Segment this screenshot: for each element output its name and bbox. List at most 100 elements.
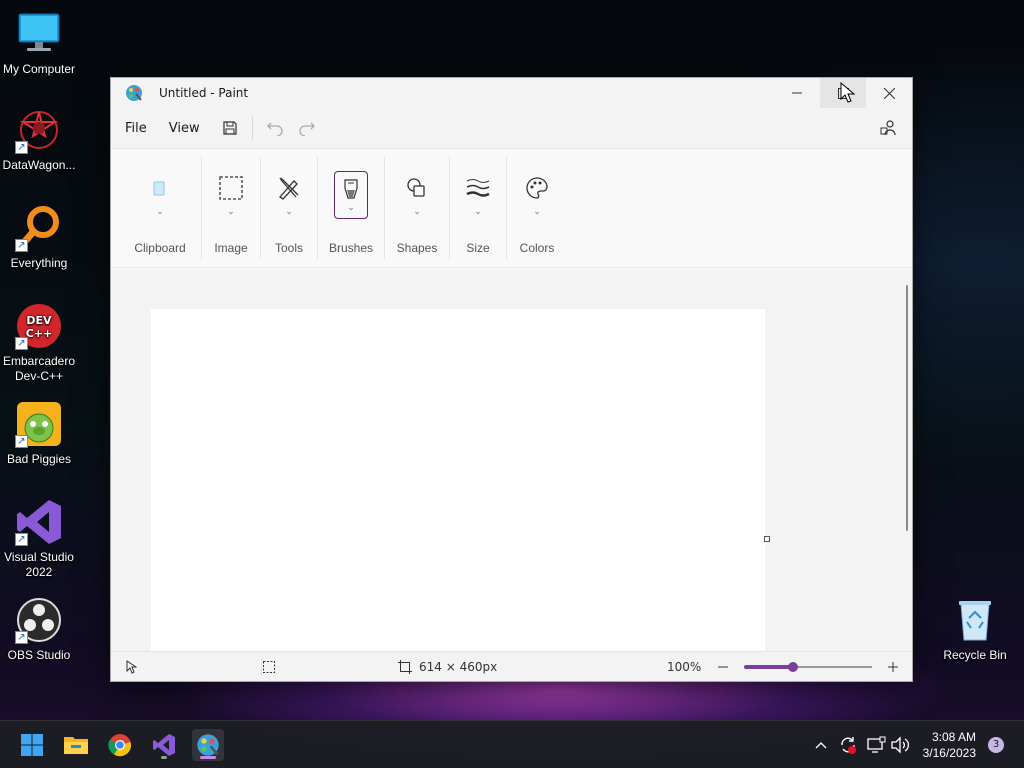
vertical-scrollbar[interactable] bbox=[906, 285, 908, 531]
clipboard-icon bbox=[143, 171, 177, 205]
ribbon-group-shapes[interactable]: ⌄ Shapes bbox=[385, 149, 449, 267]
zoom-level[interactable]: 100% bbox=[667, 652, 701, 682]
desktop-icon-visual-studio[interactable]: ↗ Visual Studio 2022 bbox=[0, 498, 78, 580]
close-button[interactable] bbox=[866, 78, 912, 108]
undo-icon bbox=[266, 122, 283, 136]
desktop-icon-my-computer[interactable]: My Computer bbox=[0, 10, 78, 77]
visual-studio-icon bbox=[153, 734, 175, 756]
tray-sync-icon[interactable] bbox=[838, 721, 858, 768]
ribbon-group-label: Clipboard bbox=[134, 241, 186, 255]
desktop-icon-recycle-bin[interactable]: Recycle Bin bbox=[936, 596, 1014, 663]
obs-icon: ↗ bbox=[15, 596, 63, 644]
ribbon-group-image[interactable]: ⌄ Image bbox=[202, 149, 260, 267]
recycle-bin-icon bbox=[951, 596, 999, 644]
canvas-resize-handle[interactable] bbox=[764, 536, 770, 542]
menu-view[interactable]: View bbox=[161, 115, 208, 142]
desktop-icon-obs[interactable]: ↗ OBS Studio bbox=[0, 596, 78, 663]
title-bar[interactable]: Untitled - Paint bbox=[111, 78, 912, 108]
start-icon bbox=[21, 734, 43, 756]
size-icon bbox=[461, 171, 495, 205]
ribbon-group-size[interactable]: ⌄ Size bbox=[450, 149, 506, 267]
taskbar-clock[interactable]: 3:08 AM 3/16/2023 bbox=[923, 729, 976, 761]
desktop-icon-devcpp[interactable]: DEV C++ ↗ Embarcadero Dev-C++ bbox=[0, 302, 78, 384]
desktop-icon-label: Embarcadero Dev-C++ bbox=[2, 354, 76, 383]
save-button[interactable] bbox=[214, 113, 246, 143]
zoom-slider-thumb[interactable] bbox=[787, 662, 798, 672]
shortcut-arrow-icon: ↗ bbox=[15, 239, 28, 252]
start-button[interactable] bbox=[16, 729, 48, 761]
desktop-icon-bad-piggies[interactable]: ↗ Bad Piggies bbox=[0, 400, 78, 467]
taskbar-visual-studio[interactable] bbox=[148, 729, 180, 761]
desktop-icon-label: DataWagon... bbox=[2, 158, 76, 172]
plus-icon bbox=[888, 662, 898, 672]
drawing-canvas[interactable] bbox=[151, 309, 765, 651]
account-icon bbox=[880, 120, 896, 136]
selection-size-icon bbox=[262, 652, 276, 682]
taskbar-file-explorer[interactable] bbox=[60, 729, 92, 761]
running-indicator bbox=[161, 756, 167, 759]
chevron-down-icon: ⌄ bbox=[227, 207, 235, 217]
desktop-icon-everything[interactable]: ↗ Everything bbox=[0, 204, 78, 271]
desktop-icon-label: My Computer bbox=[2, 62, 76, 76]
file-explorer-icon bbox=[64, 737, 88, 754]
ribbon-group-colors[interactable]: ⌄ Colors bbox=[507, 149, 567, 267]
sync-icon bbox=[841, 737, 856, 754]
clock-date: 3/16/2023 bbox=[922, 746, 976, 760]
shortcut-arrow-icon: ↗ bbox=[15, 435, 28, 448]
network-icon bbox=[867, 736, 886, 753]
bad-piggies-icon: ↗ bbox=[15, 400, 63, 448]
canvas-workspace[interactable] bbox=[111, 269, 912, 651]
monitor-icon bbox=[15, 10, 63, 58]
mouse-cursor-icon bbox=[840, 82, 856, 103]
notification-badge[interactable]: 3 bbox=[988, 737, 1004, 753]
zoom-in-button[interactable] bbox=[887, 652, 899, 682]
palette-icon bbox=[520, 171, 554, 205]
svg-text:DEV: DEV bbox=[26, 314, 52, 327]
chevron-up-icon bbox=[815, 742, 827, 749]
ribbon-group-label: Image bbox=[214, 241, 248, 255]
clock-time: 3:08 AM bbox=[931, 730, 976, 744]
chevron-down-icon: ⌄ bbox=[285, 207, 293, 217]
taskbar: 3:08 AM 3/16/2023 3 bbox=[0, 720, 1024, 768]
status-bar: 614 × 460px 100% bbox=[111, 651, 912, 681]
ribbon-group-tools[interactable]: ⌄ Tools bbox=[261, 149, 317, 267]
redo-button[interactable] bbox=[291, 113, 323, 143]
save-icon bbox=[223, 121, 237, 135]
taskbar-chrome[interactable] bbox=[104, 729, 136, 761]
minimize-button[interactable] bbox=[774, 78, 820, 108]
selection-icon bbox=[214, 171, 248, 205]
zoom-out-button[interactable] bbox=[717, 652, 729, 682]
tray-network[interactable] bbox=[866, 721, 886, 768]
ribbon-group-clipboard[interactable]: ⌄ Clipboard bbox=[119, 149, 201, 267]
active-indicator bbox=[200, 756, 216, 759]
menu-file[interactable]: File bbox=[117, 115, 155, 142]
shortcut-arrow-icon: ↗ bbox=[15, 337, 28, 350]
paint-window: Untitled - Paint File View ⌄ Clipboard ⌄… bbox=[110, 77, 913, 682]
ribbon-group-label: Size bbox=[466, 241, 490, 255]
magnifier-icon: ↗ bbox=[15, 204, 63, 252]
undo-button[interactable] bbox=[259, 113, 291, 143]
brush-icon: ⌄ bbox=[334, 171, 368, 219]
desktop-icon-label: OBS Studio bbox=[7, 648, 71, 662]
pointer-position-icon bbox=[125, 652, 137, 682]
datawagon-icon: ↗ bbox=[15, 106, 63, 154]
ribbon-toolbar: ⌄ Clipboard ⌄ Image ⌄ Tools ⌄ Brushes ⌄ … bbox=[111, 148, 912, 268]
menu-bar: File View bbox=[111, 108, 912, 148]
minimize-icon bbox=[792, 92, 802, 94]
redo-icon bbox=[299, 122, 315, 136]
ribbon-group-label: Brushes bbox=[328, 241, 374, 255]
canvas-size-icon bbox=[398, 652, 412, 682]
account-button[interactable] bbox=[872, 113, 904, 143]
ribbon-group-brushes[interactable]: ⌄ Brushes bbox=[318, 149, 384, 267]
taskbar-paint[interactable] bbox=[192, 729, 224, 761]
chevron-down-icon: ⌄ bbox=[413, 207, 421, 217]
tray-overflow-button[interactable] bbox=[814, 721, 828, 768]
desktop-icon-label: Everything bbox=[10, 256, 68, 270]
visual-studio-icon: ↗ bbox=[15, 498, 63, 546]
pencil-icon bbox=[272, 171, 306, 205]
toolbar-divider bbox=[251, 117, 253, 139]
desktop-icon-datawagon[interactable]: ↗ DataWagon... bbox=[0, 106, 78, 173]
desktop-icon-label: Visual Studio 2022 bbox=[4, 550, 74, 579]
tray-volume[interactable] bbox=[890, 721, 910, 768]
chevron-down-icon: ⌄ bbox=[533, 207, 541, 217]
